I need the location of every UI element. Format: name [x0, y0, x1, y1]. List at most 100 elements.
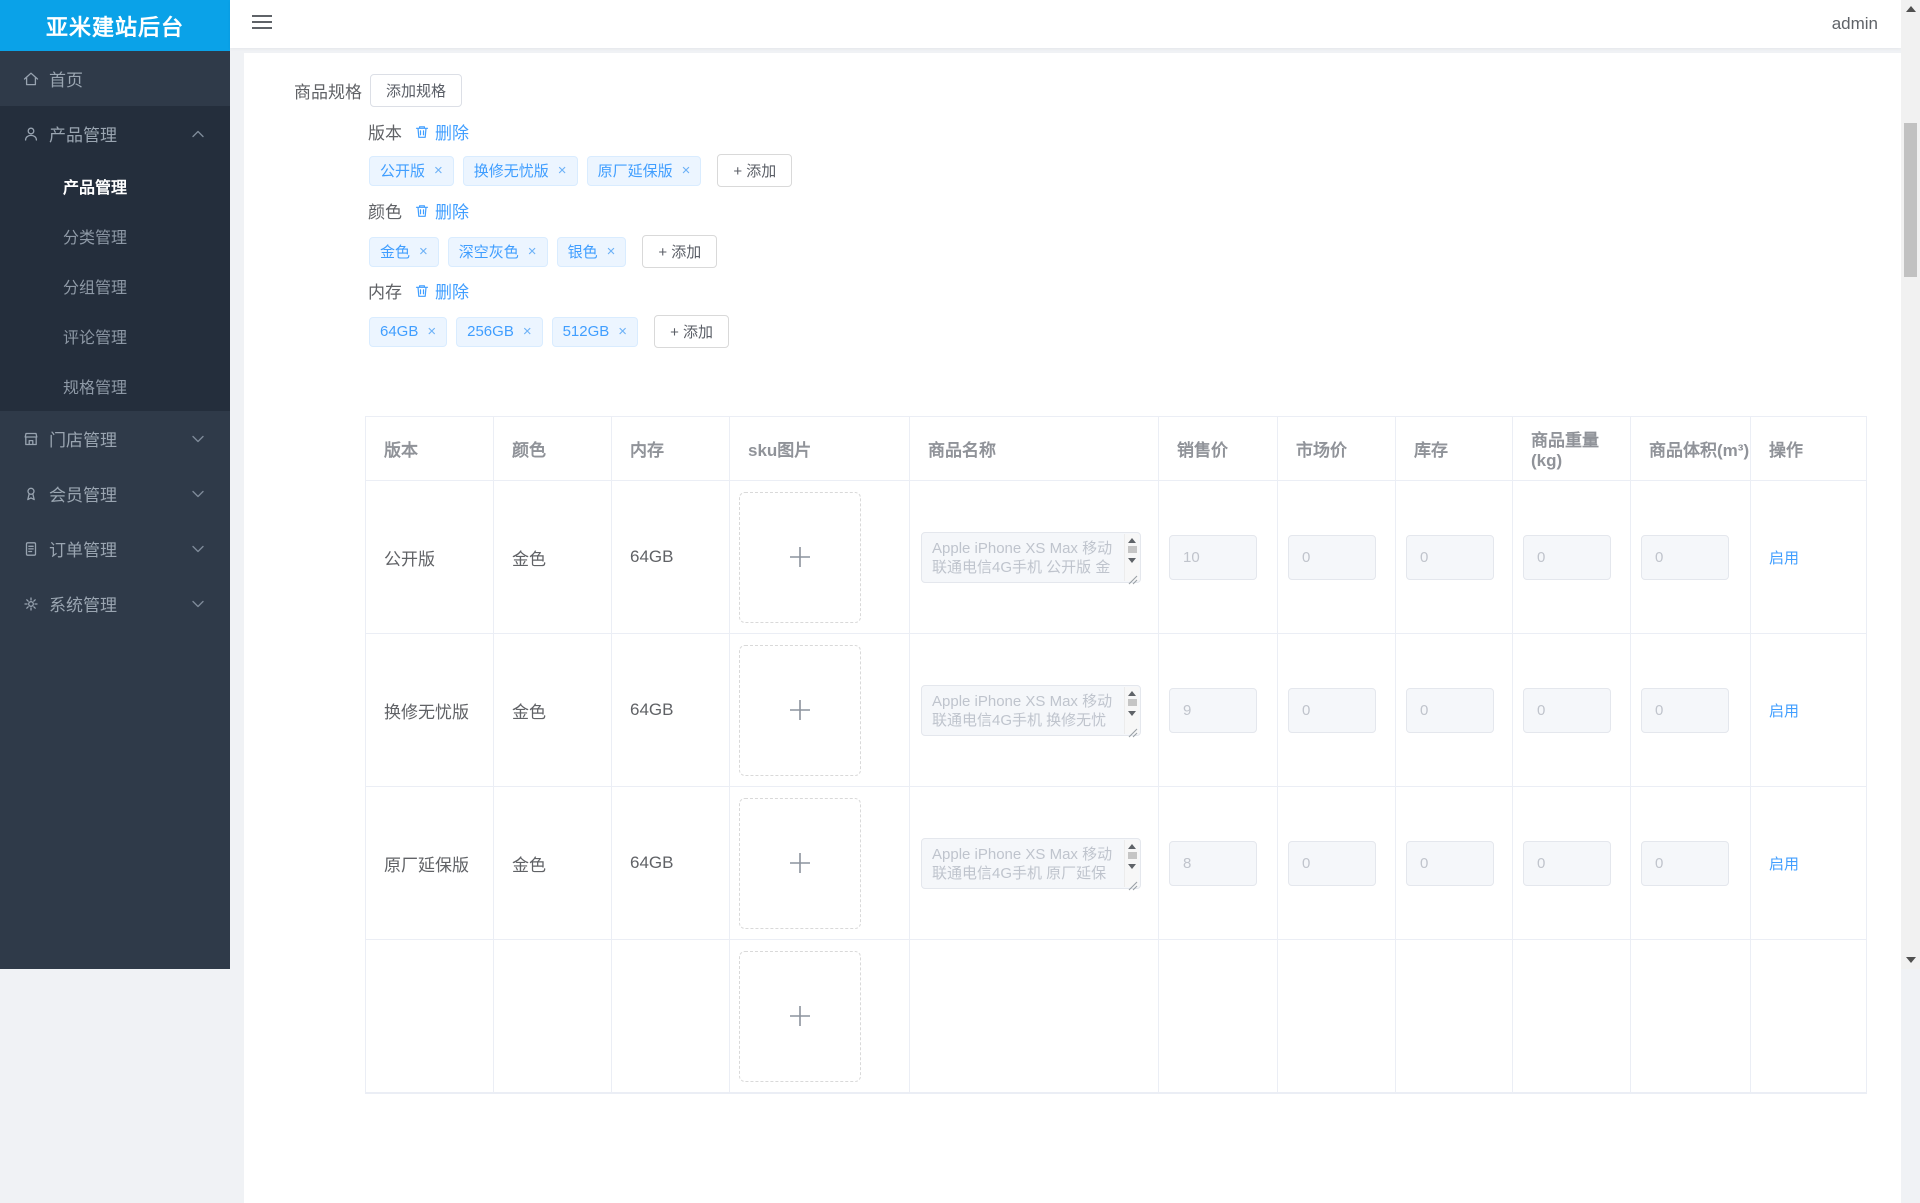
tag-close-icon[interactable]: ×: [419, 244, 428, 259]
tag-close-icon[interactable]: ×: [618, 324, 627, 339]
stock-input[interactable]: 0: [1406, 840, 1494, 886]
tag-close-icon[interactable]: ×: [427, 324, 436, 339]
tag-close-icon[interactable]: ×: [523, 324, 532, 339]
weight-input[interactable]: 0: [1523, 687, 1611, 733]
product-name-textarea[interactable]: Apple iPhone XS Max 移动 联通电信4G手机 原厂延保: [921, 837, 1141, 890]
sku-image-upload[interactable]: [739, 644, 861, 776]
product-name-textarea[interactable]: Apple iPhone XS Max 移动 联通电信4G手机 换修无忧: [921, 684, 1141, 737]
chevron-down-icon: [192, 545, 204, 553]
plus-icon: [790, 853, 810, 873]
scroll-down-icon[interactable]: [1128, 710, 1136, 716]
delete-group-link[interactable]: 删除: [414, 119, 469, 144]
resize-grip-icon[interactable]: [1128, 570, 1138, 584]
market-price-input[interactable]: 0: [1288, 687, 1376, 733]
topbar: admin: [230, 0, 1901, 48]
cell-memory: [612, 940, 730, 1093]
scrollbar-down-icon[interactable]: [1905, 957, 1916, 963]
plus-icon: [790, 700, 810, 720]
scroll-down-icon[interactable]: [1128, 557, 1136, 563]
market-price-input[interactable]: 0: [1288, 534, 1376, 580]
col-header-weight: 商品重量(kg): [1513, 417, 1631, 481]
sidebar-item-home[interactable]: 首页: [0, 51, 230, 106]
hamburger-icon[interactable]: [252, 15, 272, 33]
spec-group-memory-header: 内存 删除: [368, 278, 469, 303]
spec-tag: 换修无忧版 ×: [462, 155, 578, 186]
tag-close-icon[interactable]: ×: [528, 244, 537, 259]
delete-group-link[interactable]: 删除: [414, 198, 469, 223]
scroll-up-icon[interactable]: [1128, 537, 1136, 543]
scrollbar-up-icon[interactable]: [1905, 6, 1916, 12]
cell-color: 金色: [494, 481, 612, 634]
scroll-down-icon[interactable]: [1128, 863, 1136, 869]
col-header-memory: 内存: [612, 417, 730, 481]
enable-link[interactable]: 启用: [1769, 700, 1799, 721]
sidebar-item-label: 门店管理: [49, 431, 117, 450]
sidebar-subitem-category-management[interactable]: 分类管理: [0, 211, 230, 261]
cell-version: [366, 940, 494, 1093]
volume-input[interactable]: 0: [1641, 687, 1729, 733]
sale-price-input[interactable]: 8: [1169, 840, 1257, 886]
sidebar-item-product-management[interactable]: 产品管理: [0, 106, 230, 161]
col-header-market-price: 市场价: [1278, 417, 1396, 481]
scrollbar-thumb[interactable]: [1904, 123, 1917, 277]
cell-memory: 64GB: [612, 481, 730, 634]
add-tag-button[interactable]: + 添加: [654, 315, 729, 348]
volume-input[interactable]: 0: [1641, 840, 1729, 886]
sale-price-input[interactable]: 10: [1169, 534, 1257, 580]
col-header-version: 版本: [366, 417, 494, 481]
weight-input[interactable]: 0: [1523, 840, 1611, 886]
col-header-actions: 操作: [1751, 417, 1866, 481]
tag-close-icon[interactable]: ×: [682, 163, 691, 178]
scroll-up-icon[interactable]: [1128, 843, 1136, 849]
sidebar-item-order-management[interactable]: 订单管理: [0, 521, 230, 576]
table-row: 公开版 金色 64GB Apple iPhone XS Max 移动 联通电信4…: [366, 481, 1866, 634]
scroll-up-icon[interactable]: [1128, 690, 1136, 696]
add-spec-button[interactable]: 添加规格: [370, 74, 463, 107]
sale-price-input[interactable]: 9: [1169, 687, 1257, 733]
table-row: 换修无忧版 金色 64GB Apple iPhone XS Max 移动 联通电…: [366, 634, 1866, 787]
sidebar-subitem-spec-management[interactable]: 规格管理: [0, 361, 230, 411]
tag-close-icon[interactable]: ×: [607, 244, 616, 259]
product-name-textarea[interactable]: Apple iPhone XS Max 移动 联通电信4G手机 公开版 金: [921, 531, 1141, 584]
spec-tag: 64GB ×: [369, 316, 448, 347]
sidebar-subitem-grouping-management[interactable]: 分组管理: [0, 261, 230, 311]
table-row-partial: [366, 940, 1866, 1093]
member-icon: [22, 485, 40, 503]
add-tag-button[interactable]: + 添加: [717, 154, 793, 187]
sku-image-upload[interactable]: [739, 950, 861, 1082]
enable-link[interactable]: 启用: [1769, 547, 1799, 568]
resize-grip-icon[interactable]: [1128, 876, 1138, 890]
enable-link[interactable]: 启用: [1769, 853, 1799, 874]
spec-tag: 512GB ×: [551, 316, 639, 347]
sku-table: 版本 颜色 内存 sku图片 商品名称 销售价 市场价 库存 商品重量(kg) …: [365, 416, 1867, 1094]
sku-image-upload[interactable]: [739, 491, 861, 623]
tag-close-icon[interactable]: ×: [558, 163, 567, 178]
user-menu[interactable]: admin: [1832, 0, 1878, 48]
sidebar-subitem-comment-management[interactable]: 评论管理: [0, 311, 230, 361]
trash-icon: [415, 204, 429, 217]
volume-input[interactable]: 0: [1641, 534, 1729, 580]
market-price-input[interactable]: 0: [1288, 840, 1376, 886]
stock-input[interactable]: 0: [1406, 687, 1494, 733]
plus-icon: [790, 1006, 810, 1026]
sidebar-group-product: 产品管理 产品管理 分类管理 分组管理 评论管理 规格管理: [0, 106, 230, 411]
sidebar-item-label: 系统管理: [49, 596, 117, 615]
col-header-sale-price: 销售价: [1159, 417, 1278, 481]
weight-input[interactable]: 0: [1523, 534, 1611, 580]
delete-group-link[interactable]: 删除: [414, 278, 469, 303]
sidebar-item-store-management[interactable]: 门店管理: [0, 411, 230, 466]
trash-icon: [415, 284, 429, 297]
sidebar: 亚米建站后台 首页 产品管理 产品管理 分类管理 分组管理 评论管理 规格管理 …: [0, 0, 230, 969]
tag-close-icon[interactable]: ×: [434, 163, 443, 178]
page-scrollbar[interactable]: [1901, 0, 1920, 969]
add-tag-button[interactable]: + 添加: [642, 235, 718, 268]
spec-group-version-header: 版本 删除: [368, 119, 469, 144]
resize-grip-icon[interactable]: [1128, 723, 1138, 737]
sidebar-subitem-product-management[interactable]: 产品管理: [0, 161, 230, 211]
table-row: 原厂延保版 金色 64GB Apple iPhone XS Max 移动 联通电…: [366, 787, 1866, 940]
spec-tag: 原厂延保版 ×: [586, 155, 702, 186]
sidebar-item-member-management[interactable]: 会员管理: [0, 466, 230, 521]
stock-input[interactable]: 0: [1406, 534, 1494, 580]
sidebar-item-system-management[interactable]: 系统管理: [0, 576, 230, 631]
sku-image-upload[interactable]: [739, 797, 861, 929]
